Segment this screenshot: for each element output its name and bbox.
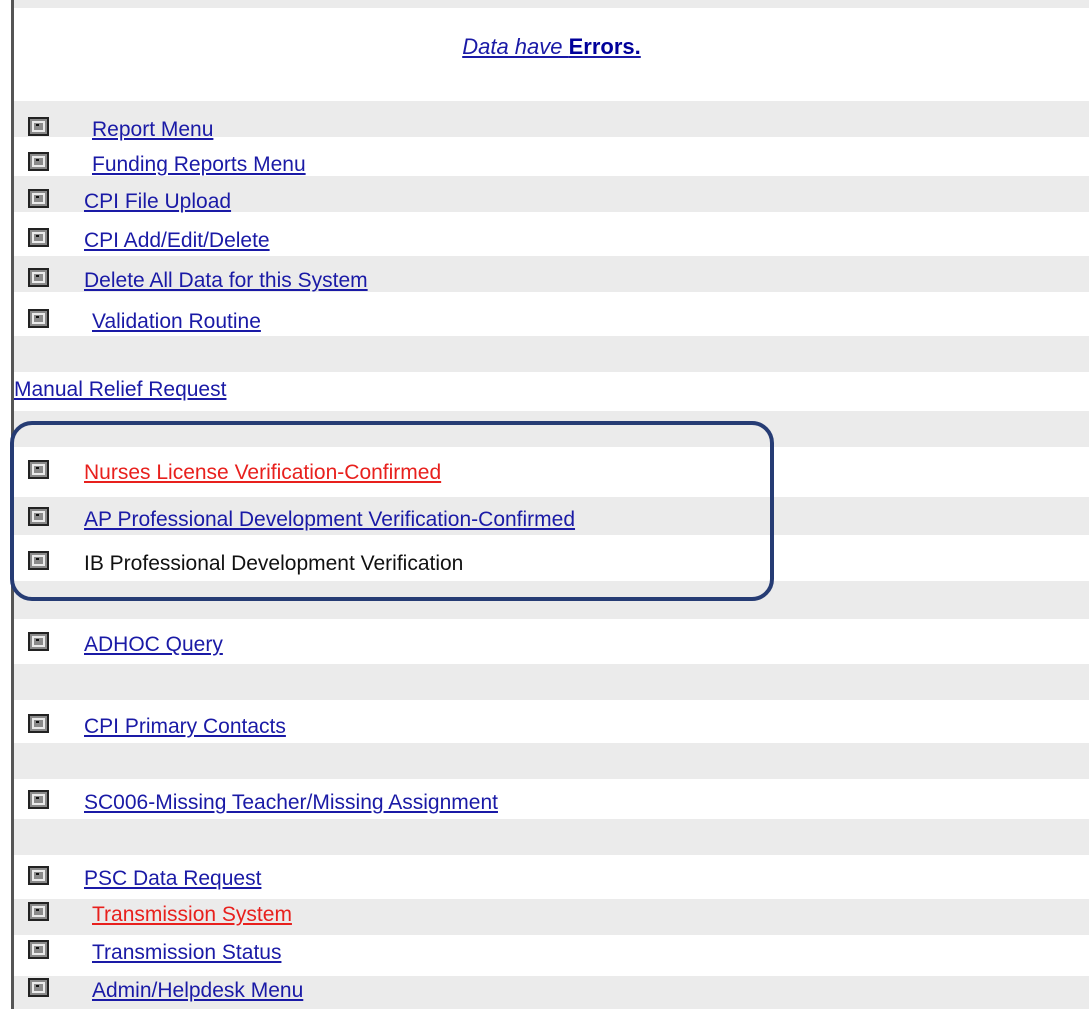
report-menu-link[interactable]: Report Menu (92, 118, 213, 142)
menu-doc-icon (28, 267, 49, 287)
menu-row-transmission-system: Transmission System (28, 900, 292, 930)
menu-doc-icon (28, 977, 49, 997)
menu-doc-icon (28, 506, 49, 526)
manual-relief-request-link[interactable]: Manual Relief Request (14, 378, 226, 402)
psc-data-request-link[interactable]: PSC Data Request (84, 867, 261, 891)
menu-row-admin-helpdesk: Admin/Helpdesk Menu (28, 976, 303, 1006)
menu-doc-icon (28, 227, 49, 247)
menu-doc-icon (28, 459, 49, 479)
menu-doc-icon (28, 713, 49, 733)
menu-doc-icon (28, 789, 49, 809)
menu-row-psc-data-request: PSC Data Request (28, 864, 261, 894)
menu-doc-icon (28, 308, 49, 328)
menu-doc-icon (28, 188, 49, 208)
menu-row-report-menu: Report Menu (28, 115, 213, 145)
menu-doc-icon (28, 901, 49, 921)
menu-row-sc006: SC006-Missing Teacher/Missing Assignment (28, 788, 498, 818)
menu-row-adhoc-query: ADHOC Query (28, 630, 223, 660)
menu-row-ib-professional: IB Professional Development Verification (28, 549, 463, 579)
row-band (14, 819, 1089, 855)
menu-doc-icon (28, 116, 49, 136)
transmission-system-link[interactable]: Transmission System (92, 903, 292, 927)
menu-row-cpi-file-upload: CPI File Upload (28, 187, 231, 217)
data-errors-emphasis: Errors. (568, 34, 641, 59)
menu-doc-icon (28, 865, 49, 885)
delete-all-data-link[interactable]: Delete All Data for this System (84, 269, 368, 293)
menu-row-cpi-primary-contacts: CPI Primary Contacts (28, 712, 286, 742)
sc006-missing-teacher-link[interactable]: SC006-Missing Teacher/Missing Assignment (84, 791, 498, 815)
menu-row-delete-all-data: Delete All Data for this System (28, 266, 368, 296)
data-errors-prefix: Data have (462, 34, 563, 59)
menu-doc-icon (28, 151, 49, 171)
cpi-file-upload-link[interactable]: CPI File Upload (84, 190, 231, 214)
menu-doc-icon (28, 939, 49, 959)
menu-doc-icon (28, 631, 49, 651)
menu-doc-icon (28, 550, 49, 570)
menu-row-funding-reports: Funding Reports Menu (28, 150, 306, 180)
menu-row-transmission-status: Transmission Status (28, 938, 281, 968)
row-band (14, 743, 1089, 779)
menu-row-ap-professional: AP Professional Development Verification… (28, 505, 575, 535)
row-band (14, 336, 1089, 372)
cpi-add-edit-delete-link[interactable]: CPI Add/Edit/Delete (84, 229, 270, 253)
menu-row-cpi-add-edit-delete: CPI Add/Edit/Delete (28, 226, 270, 256)
menu-row-validation-routine: Validation Routine (28, 307, 261, 337)
row-band (14, 664, 1089, 700)
transmission-status-link[interactable]: Transmission Status (92, 941, 281, 965)
ap-professional-development-link[interactable]: AP Professional Development Verification… (84, 508, 575, 532)
ib-professional-development-label: IB Professional Development Verification (84, 552, 464, 575)
validation-routine-link[interactable]: Validation Routine (92, 310, 261, 334)
cpi-primary-contacts-link[interactable]: CPI Primary Contacts (84, 715, 286, 739)
menu-row-nurses-license: Nurses License Verification-Confirmed (28, 458, 441, 488)
row-band (14, 0, 1089, 8)
nurses-license-verification-link[interactable]: Nurses License Verification-Confirmed (84, 461, 441, 485)
data-errors-link[interactable]: Data have Errors. (14, 34, 1089, 60)
funding-reports-menu-link[interactable]: Funding Reports Menu (92, 153, 306, 177)
admin-helpdesk-menu-link[interactable]: Admin/Helpdesk Menu (92, 979, 303, 1003)
adhoc-query-link[interactable]: ADHOC Query (84, 633, 223, 657)
